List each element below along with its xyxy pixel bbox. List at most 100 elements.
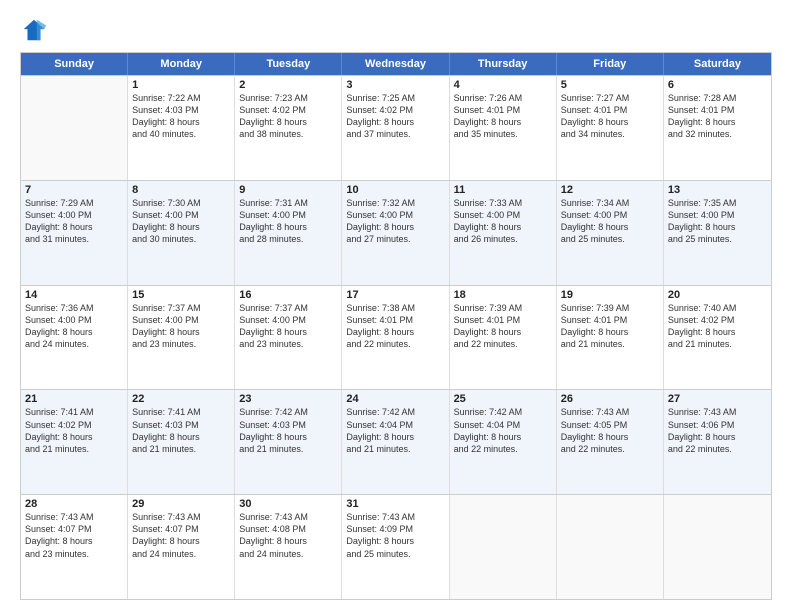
calendar-cell: 2Sunrise: 7:23 AM Sunset: 4:02 PM Daylig…: [235, 76, 342, 180]
calendar-cell: 1Sunrise: 7:22 AM Sunset: 4:03 PM Daylig…: [128, 76, 235, 180]
weekday-header: Thursday: [450, 53, 557, 75]
calendar-row: 1Sunrise: 7:22 AM Sunset: 4:03 PM Daylig…: [21, 75, 771, 180]
calendar-cell: 11Sunrise: 7:33 AM Sunset: 4:00 PM Dayli…: [450, 181, 557, 285]
day-info: Sunrise: 7:43 AM Sunset: 4:08 PM Dayligh…: [239, 511, 337, 560]
day-number: 26: [561, 393, 659, 405]
calendar-cell: [450, 495, 557, 599]
page: SundayMondayTuesdayWednesdayThursdayFrid…: [0, 0, 792, 612]
calendar-cell: 25Sunrise: 7:42 AM Sunset: 4:04 PM Dayli…: [450, 390, 557, 494]
day-info: Sunrise: 7:34 AM Sunset: 4:00 PM Dayligh…: [561, 197, 659, 246]
day-info: Sunrise: 7:25 AM Sunset: 4:02 PM Dayligh…: [346, 92, 444, 141]
day-info: Sunrise: 7:43 AM Sunset: 4:07 PM Dayligh…: [132, 511, 230, 560]
day-info: Sunrise: 7:41 AM Sunset: 4:02 PM Dayligh…: [25, 406, 123, 455]
day-number: 3: [346, 79, 444, 91]
day-info: Sunrise: 7:40 AM Sunset: 4:02 PM Dayligh…: [668, 302, 767, 351]
day-number: 18: [454, 289, 552, 301]
day-info: Sunrise: 7:33 AM Sunset: 4:00 PM Dayligh…: [454, 197, 552, 246]
day-number: 19: [561, 289, 659, 301]
day-info: Sunrise: 7:27 AM Sunset: 4:01 PM Dayligh…: [561, 92, 659, 141]
day-info: Sunrise: 7:36 AM Sunset: 4:00 PM Dayligh…: [25, 302, 123, 351]
calendar-cell: 20Sunrise: 7:40 AM Sunset: 4:02 PM Dayli…: [664, 286, 771, 390]
calendar-cell: 8Sunrise: 7:30 AM Sunset: 4:00 PM Daylig…: [128, 181, 235, 285]
day-number: 29: [132, 498, 230, 510]
day-info: Sunrise: 7:29 AM Sunset: 4:00 PM Dayligh…: [25, 197, 123, 246]
calendar-cell: 10Sunrise: 7:32 AM Sunset: 4:00 PM Dayli…: [342, 181, 449, 285]
calendar-cell: 9Sunrise: 7:31 AM Sunset: 4:00 PM Daylig…: [235, 181, 342, 285]
calendar-cell: [557, 495, 664, 599]
calendar-cell: 31Sunrise: 7:43 AM Sunset: 4:09 PM Dayli…: [342, 495, 449, 599]
day-number: 8: [132, 184, 230, 196]
calendar-row: 7Sunrise: 7:29 AM Sunset: 4:00 PM Daylig…: [21, 180, 771, 285]
day-number: 20: [668, 289, 767, 301]
calendar-row: 28 Sunrise: 7:43 AM Sunset: 4:07 PM Dayli…: [21, 494, 771, 599]
day-number: 24: [346, 393, 444, 405]
calendar-cell: 30Sunrise: 7:43 AM Sunset: 4:08 PM Dayli…: [235, 495, 342, 599]
day-number: 22: [132, 393, 230, 405]
day-info: Sunrise: 7:26 AM Sunset: 4:01 PM Dayligh…: [454, 92, 552, 141]
calendar-cell: 23Sunrise: 7:42 AM Sunset: 4:03 PM Dayli…: [235, 390, 342, 494]
day-info: Sunrise: 7:39 AM Sunset: 4:01 PM Dayligh…: [561, 302, 659, 351]
day-number: 9: [239, 184, 337, 196]
calendar-cell: 17Sunrise: 7:38 AM Sunset: 4:01 PM Dayli…: [342, 286, 449, 390]
calendar: SundayMondayTuesdayWednesdayThursdayFrid…: [20, 52, 772, 600]
day-number: 30: [239, 498, 337, 510]
day-number: 5: [561, 79, 659, 91]
calendar-cell: 6Sunrise: 7:28 AM Sunset: 4:01 PM Daylig…: [664, 76, 771, 180]
logo: [20, 16, 52, 44]
calendar-cell: 4Sunrise: 7:26 AM Sunset: 4:01 PM Daylig…: [450, 76, 557, 180]
day-info: Sunrise: 7:28 AM Sunset: 4:01 PM Dayligh…: [668, 92, 767, 141]
weekday-header: Saturday: [664, 53, 771, 75]
calendar-cell: 7Sunrise: 7:29 AM Sunset: 4:00 PM Daylig…: [21, 181, 128, 285]
day-number: 1: [132, 79, 230, 91]
weekday-header: Friday: [557, 53, 664, 75]
day-info: Sunrise: 7:22 AM Sunset: 4:03 PM Dayligh…: [132, 92, 230, 141]
day-number: 31: [346, 498, 444, 510]
calendar-cell: [664, 495, 771, 599]
logo-icon: [20, 16, 48, 44]
day-number: 25: [454, 393, 552, 405]
calendar-cell: 5Sunrise: 7:27 AM Sunset: 4:01 PM Daylig…: [557, 76, 664, 180]
day-info: Sunrise: 7:30 AM Sunset: 4:00 PM Dayligh…: [132, 197, 230, 246]
weekday-header: Monday: [128, 53, 235, 75]
calendar-cell: 24Sunrise: 7:42 AM Sunset: 4:04 PM Dayli…: [342, 390, 449, 494]
day-info: Sunrise: 7:23 AM Sunset: 4:02 PM Dayligh…: [239, 92, 337, 141]
calendar-cell: 3Sunrise: 7:25 AM Sunset: 4:02 PM Daylig…: [342, 76, 449, 180]
day-info: Sunrise: 7:32 AM Sunset: 4:00 PM Dayligh…: [346, 197, 444, 246]
calendar-cell: 15Sunrise: 7:37 AM Sunset: 4:00 PM Dayli…: [128, 286, 235, 390]
day-number: 28: [25, 498, 123, 510]
day-number: 10: [346, 184, 444, 196]
calendar-cell: 21Sunrise: 7:41 AM Sunset: 4:02 PM Dayli…: [21, 390, 128, 494]
day-number: 27: [668, 393, 767, 405]
day-info: Sunrise: 7:35 AM Sunset: 4:00 PM Dayligh…: [668, 197, 767, 246]
day-info: Sunrise: 7:43 AM Sunset: 4:06 PM Dayligh…: [668, 406, 767, 455]
calendar-cell: 22Sunrise: 7:41 AM Sunset: 4:03 PM Dayli…: [128, 390, 235, 494]
day-number: 23: [239, 393, 337, 405]
day-info: Sunrise: 7:37 AM Sunset: 4:00 PM Dayligh…: [132, 302, 230, 351]
calendar-header: SundayMondayTuesdayWednesdayThursdayFrid…: [21, 53, 771, 75]
day-info: Sunrise: 7:42 AM Sunset: 4:04 PM Dayligh…: [346, 406, 444, 455]
day-number: 2: [239, 79, 337, 91]
calendar-row: 21Sunrise: 7:41 AM Sunset: 4:02 PM Dayli…: [21, 389, 771, 494]
day-number: 12: [561, 184, 659, 196]
calendar-cell: 26Sunrise: 7:43 AM Sunset: 4:05 PM Dayli…: [557, 390, 664, 494]
calendar-cell: 29Sunrise: 7:43 AM Sunset: 4:07 PM Dayli…: [128, 495, 235, 599]
day-info: Sunrise: 7:43 AM Sunset: 4:05 PM Dayligh…: [561, 406, 659, 455]
calendar-cell: 18Sunrise: 7:39 AM Sunset: 4:01 PM Dayli…: [450, 286, 557, 390]
day-info: Sunrise: 7:31 AM Sunset: 4:00 PM Dayligh…: [239, 197, 337, 246]
calendar-cell: 19Sunrise: 7:39 AM Sunset: 4:01 PM Dayli…: [557, 286, 664, 390]
day-info: Sunrise: 7:41 AM Sunset: 4:03 PM Dayligh…: [132, 406, 230, 455]
calendar-cell: 28Sunrise: 7:43 AM Sunset: 4:07 PM Dayli…: [21, 495, 128, 599]
day-number: 15: [132, 289, 230, 301]
calendar-body: 1Sunrise: 7:22 AM Sunset: 4:03 PM Daylig…: [21, 75, 771, 599]
day-number: 7: [25, 184, 123, 196]
day-info: Sunrise: 7:43 AM Sunset: 4:09 PM Dayligh…: [346, 511, 444, 560]
weekday-header: Sunday: [21, 53, 128, 75]
weekday-header: Wednesday: [342, 53, 449, 75]
calendar-cell: 14Sunrise: 7:36 AM Sunset: 4:00 PM Dayli…: [21, 286, 128, 390]
day-number: 17: [346, 289, 444, 301]
day-info: Sunrise: 7:42 AM Sunset: 4:04 PM Dayligh…: [454, 406, 552, 455]
day-number: 14: [25, 289, 123, 301]
day-number: 21: [25, 393, 123, 405]
day-info: Sunrise: 7:42 AM Sunset: 4:03 PM Dayligh…: [239, 406, 337, 455]
weekday-header: Tuesday: [235, 53, 342, 75]
